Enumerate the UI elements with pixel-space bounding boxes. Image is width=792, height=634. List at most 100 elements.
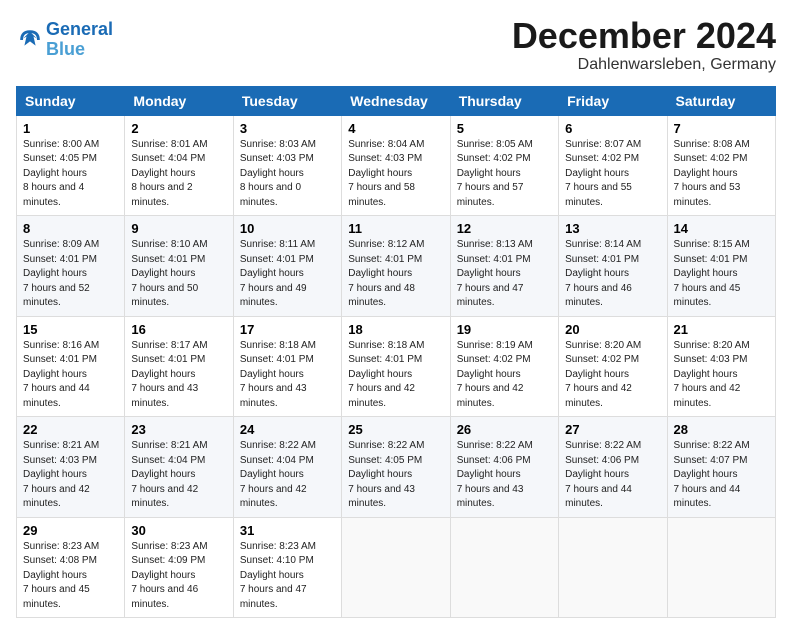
day-number: 1 [23,121,118,136]
day-info: Sunrise: 8:22 AMSunset: 4:06 PMDaylight … [457,439,552,512]
day-info: Sunrise: 8:09 AMSunset: 4:01 PMDaylight … [23,238,118,311]
day-info: Sunrise: 8:03 AMSunset: 4:03 PMDaylight … [240,138,335,211]
day-info: Sunrise: 8:22 AMSunset: 4:07 PMDaylight … [674,439,769,512]
calendar-week-1: 1 Sunrise: 8:00 AMSunset: 4:05 PMDaylight… [17,115,776,216]
calendar-week-3: 15Sunrise: 8:16 AMSunset: 4:01 PMDayligh… [17,316,776,417]
day-info: Sunrise: 8:23 AMSunset: 4:10 PMDaylight … [240,540,335,613]
calendar-cell [450,517,558,618]
calendar-cell: 21 Sunrise: 8:20 AMSunset: 4:03 PMDayligh… [667,316,775,417]
day-number: 24 [240,422,335,437]
day-number: 30 [131,523,226,538]
day-info: Sunrise: 8:22 AMSunset: 4:04 PMDaylight … [240,439,335,512]
day-info: Sunrise: 8:11 AMSunset: 4:01 PMDaylight … [240,238,335,311]
day-info: Sunrise: 8:17 AMSunset: 4:01 PMDaylight … [131,339,226,412]
day-number: 6 [565,121,660,136]
logo-line1: General [46,19,113,39]
day-number: 22 [23,422,118,437]
calendar-cell: 17 Sunrise: 8:18 AMSunset: 4:01 PMDayligh… [233,316,341,417]
day-number: 29 [23,523,118,538]
calendar-cell [342,517,450,618]
day-number: 21 [674,322,769,337]
calendar-cell: 8 Sunrise: 8:09 AMSunset: 4:01 PMDaylight… [17,216,125,317]
calendar-week-5: 29 Sunrise: 8:23 AMSunset: 4:08 PMDayligh… [17,517,776,618]
calendar-cell: 3 Sunrise: 8:03 AMSunset: 4:03 PMDaylight… [233,115,341,216]
day-number: 23 [131,422,226,437]
calendar-cell: 22 Sunrise: 8:21 AMSunset: 4:03 PMDayligh… [17,417,125,518]
weekday-header-sunday: Sunday [17,86,125,115]
calendar-cell: 30 Sunrise: 8:23 AMSunset: 4:09 PMDayligh… [125,517,233,618]
weekday-header-monday: Monday [125,86,233,115]
calendar-cell [667,517,775,618]
day-number: 18 [348,322,443,337]
day-number: 25 [348,422,443,437]
calendar-cell: 5Sunrise: 8:05 AMSunset: 4:02 PMDaylight… [450,115,558,216]
day-info: Sunrise: 8:20 AMSunset: 4:03 PMDaylight … [674,339,769,412]
calendar-cell: 1 Sunrise: 8:00 AMSunset: 4:05 PMDaylight… [17,115,125,216]
day-number: 16 [131,322,226,337]
day-info: Sunrise: 8:22 AMSunset: 4:06 PMDaylight … [565,439,660,512]
calendar-cell: 12 Sunrise: 8:13 AMSunset: 4:01 PMDayligh… [450,216,558,317]
day-number: 26 [457,422,552,437]
calendar-cell: 19Sunrise: 8:19 AMSunset: 4:02 PMDayligh… [450,316,558,417]
day-number: 4 [348,121,443,136]
calendar-cell: 4 Sunrise: 8:04 AMSunset: 4:03 PMDaylight… [342,115,450,216]
weekday-header-thursday: Thursday [450,86,558,115]
day-info: Sunrise: 8:23 AMSunset: 4:09 PMDaylight … [131,540,226,613]
day-number: 13 [565,221,660,236]
day-number: 12 [457,221,552,236]
day-info: Sunrise: 8:15 AMSunset: 4:01 PMDaylight … [674,238,769,311]
day-info: Sunrise: 8:01 AMSunset: 4:04 PMDaylight … [131,138,226,211]
day-number: 17 [240,322,335,337]
day-number: 3 [240,121,335,136]
day-number: 14 [674,221,769,236]
day-info: Sunrise: 8:21 AMSunset: 4:03 PMDaylight … [23,439,118,512]
calendar-cell: 6 Sunrise: 8:07 AMSunset: 4:02 PMDaylight… [559,115,667,216]
calendar-cell [559,517,667,618]
logo-line2: Blue [46,39,85,59]
day-info: Sunrise: 8:23 AMSunset: 4:08 PMDaylight … [23,540,118,613]
logo: General Blue [16,20,113,60]
day-info: Sunrise: 8:16 AMSunset: 4:01 PMDaylight … [23,339,118,412]
calendar-body: 1 Sunrise: 8:00 AMSunset: 4:05 PMDaylight… [17,115,776,618]
day-info: Sunrise: 8:05 AMSunset: 4:02 PMDaylight … [457,138,552,211]
calendar-cell: 28Sunrise: 8:22 AMSunset: 4:07 PMDayligh… [667,417,775,518]
weekday-header-friday: Friday [559,86,667,115]
day-info: Sunrise: 8:13 AMSunset: 4:01 PMDaylight … [457,238,552,311]
weekday-header-wednesday: Wednesday [342,86,450,115]
day-number: 8 [23,221,118,236]
day-info: Sunrise: 8:04 AMSunset: 4:03 PMDaylight … [348,138,443,211]
day-number: 19 [457,322,552,337]
calendar-cell: 31 Sunrise: 8:23 AMSunset: 4:10 PMDayligh… [233,517,341,618]
day-info: Sunrise: 8:22 AMSunset: 4:05 PMDaylight … [348,439,443,512]
calendar-cell: 11 Sunrise: 8:12 AMSunset: 4:01 PMDayligh… [342,216,450,317]
calendar-cell: 13 Sunrise: 8:14 AMSunset: 4:01 PMDayligh… [559,216,667,317]
day-info: Sunrise: 8:20 AMSunset: 4:02 PMDaylight … [565,339,660,412]
calendar-cell: 23Sunrise: 8:21 AMSunset: 4:04 PMDayligh… [125,417,233,518]
day-info: Sunrise: 8:00 AMSunset: 4:05 PMDaylight … [23,138,118,211]
day-info: Sunrise: 8:12 AMSunset: 4:01 PMDaylight … [348,238,443,311]
calendar-cell: 27Sunrise: 8:22 AMSunset: 4:06 PMDayligh… [559,417,667,518]
location-title: Dahlenwarsleben, Germany [512,56,776,74]
day-info: Sunrise: 8:14 AMSunset: 4:01 PMDaylight … [565,238,660,311]
calendar-cell: 18 Sunrise: 8:18 AMSunset: 4:01 PMDayligh… [342,316,450,417]
calendar-week-4: 22 Sunrise: 8:21 AMSunset: 4:03 PMDayligh… [17,417,776,518]
day-number: 2 [131,121,226,136]
day-info: Sunrise: 8:18 AMSunset: 4:01 PMDaylight … [348,339,443,412]
calendar-table: SundayMondayTuesdayWednesdayThursdayFrid… [16,86,776,619]
weekday-header-saturday: Saturday [667,86,775,115]
calendar-cell: 14 Sunrise: 8:15 AMSunset: 4:01 PMDayligh… [667,216,775,317]
day-number: 11 [348,221,443,236]
day-info: Sunrise: 8:18 AMSunset: 4:01 PMDaylight … [240,339,335,412]
day-number: 9 [131,221,226,236]
calendar-cell: 29 Sunrise: 8:23 AMSunset: 4:08 PMDayligh… [17,517,125,618]
calendar-week-2: 8 Sunrise: 8:09 AMSunset: 4:01 PMDaylight… [17,216,776,317]
day-info: Sunrise: 8:07 AMSunset: 4:02 PMDaylight … [565,138,660,211]
day-number: 31 [240,523,335,538]
calendar-cell: 15Sunrise: 8:16 AMSunset: 4:01 PMDayligh… [17,316,125,417]
weekday-header-row: SundayMondayTuesdayWednesdayThursdayFrid… [17,86,776,115]
weekday-header-tuesday: Tuesday [233,86,341,115]
month-title: December 2024 [512,16,776,56]
calendar-cell: 2 Sunrise: 8:01 AMSunset: 4:04 PMDaylight… [125,115,233,216]
logo-icon [16,26,44,54]
calendar-cell: 26 Sunrise: 8:22 AMSunset: 4:06 PMDayligh… [450,417,558,518]
